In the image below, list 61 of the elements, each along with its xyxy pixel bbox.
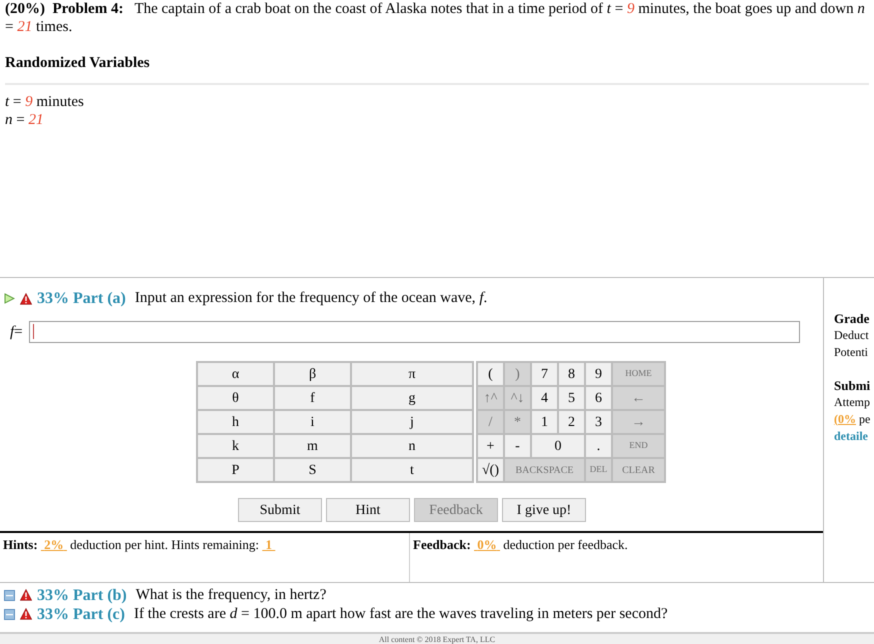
keypad-key[interactable]: - <box>504 434 531 458</box>
keypad-key[interactable]: 4 <box>531 386 558 410</box>
action-button[interactable]: Hint <box>326 498 410 522</box>
symbol-key[interactable]: π <box>351 362 473 386</box>
symbol-key[interactable]: g <box>351 386 473 410</box>
part-label: 33% Part (c) <box>37 604 125 624</box>
answer-label: f= <box>10 322 23 342</box>
symbol-key[interactable]: j <box>351 410 473 434</box>
side-text: Deduct <box>834 326 870 344</box>
keypad-key[interactable]: 9 <box>585 362 612 386</box>
symbol-key[interactable]: θ <box>197 386 274 410</box>
keypad-key[interactable]: 8 <box>558 362 585 386</box>
keypad-key[interactable]: . <box>585 434 612 458</box>
part-label: 33% Part (a) <box>37 288 126 308</box>
keypad-key[interactable]: 0 <box>531 434 585 458</box>
symbol-key[interactable]: h <box>197 410 274 434</box>
action-button[interactable]: I give up! <box>502 498 586 522</box>
hints-info: Hints: 2% deduction per hint. Hints remaining: 1 <box>3 537 273 552</box>
symbol-key[interactable]: S <box>274 458 351 482</box>
feedback-info: Feedback: 0% deduction per feedback. <box>413 537 628 552</box>
symbol-key[interactable]: m <box>274 434 351 458</box>
keypad-key[interactable]: ( <box>477 362 504 386</box>
symbol-key[interactable]: β <box>274 362 351 386</box>
keypad-key[interactable]: √() <box>477 458 504 482</box>
symbol-key[interactable]: t <box>351 458 473 482</box>
problem-statement: (20%) Problem 4: The captain of a crab boat on the coast of Alaska notes that in a time period of t = 9 minutes, the boat goes up and down n = 21 times. <box>4 0 866 36</box>
question-text: If the crests are d = 100.0 m apart how fast are the waves traveling in meters per second? <box>134 604 668 624</box>
symbol-key[interactable]: P <box>197 458 274 482</box>
keypad-key[interactable]: 5 <box>558 386 585 410</box>
symbol-key[interactable]: n <box>351 434 473 458</box>
symbol-key[interactable]: k <box>197 434 274 458</box>
side-text: Attemp <box>834 394 871 410</box>
collapse-icon[interactable] <box>4 608 15 620</box>
side-heading: Submi <box>834 376 872 394</box>
side-text: (0% pe <box>834 410 872 428</box>
keypad-key[interactable]: 1 <box>531 410 558 434</box>
warning-icon <box>20 608 32 620</box>
keypad-key[interactable]: 2 <box>558 410 585 434</box>
collapse-icon[interactable] <box>4 590 15 600</box>
question-text: Input an expression for the frequency of the ocean wave, f. <box>134 289 488 308</box>
play-icon[interactable] <box>4 293 15 304</box>
keypad-key[interactable]: 3 <box>585 410 612 434</box>
symbol-key[interactable]: f <box>274 386 351 410</box>
question-text: What is the frequency, in hertz? <box>136 586 326 604</box>
footer-text: All content © 2018 Expert TA, LLC <box>378 634 496 644</box>
variable-value: t = 9 minutes <box>5 92 85 110</box>
side-heading: Grade <box>834 310 870 326</box>
warning-icon <box>20 292 32 304</box>
side-link[interactable]: detaile <box>834 428 874 444</box>
symbol-key[interactable]: i <box>274 410 351 434</box>
variable-value: n = 21 <box>5 110 44 128</box>
warning-icon <box>20 589 32 601</box>
action-button[interactable]: Submit <box>238 498 322 522</box>
part-label: 33% Part (b) <box>37 586 127 604</box>
section-heading: Randomized Variables <box>5 54 151 73</box>
keypad-key[interactable]: 7 <box>531 362 558 386</box>
answer-field[interactable] <box>28 320 800 343</box>
side-text: Potenti <box>834 344 870 360</box>
symbol-key[interactable]: α <box>197 362 274 386</box>
keypad-key[interactable]: + <box>477 434 504 458</box>
keypad-key[interactable]: 6 <box>585 386 612 410</box>
